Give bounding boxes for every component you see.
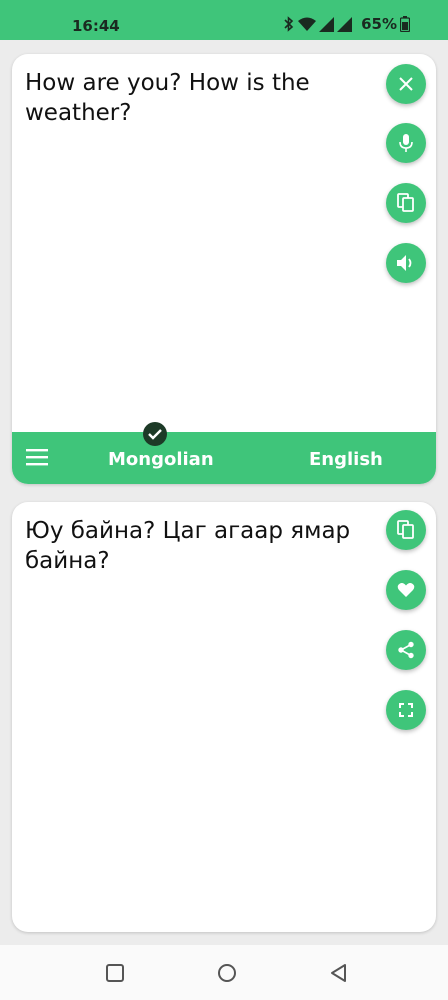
home-icon[interactable] xyxy=(217,963,237,988)
target-card: Юу байна? Цаг агаар ямар байна? xyxy=(12,502,436,932)
battery-icon xyxy=(400,16,410,32)
voice-input-button[interactable] xyxy=(386,123,426,163)
fullscreen-icon xyxy=(399,703,413,717)
signal-icon-2 xyxy=(337,16,353,32)
battery-percent: 65% xyxy=(361,15,397,33)
system-nav-bar xyxy=(0,945,448,1000)
source-text[interactable]: How are you? How is the weather? xyxy=(25,68,355,128)
copy-icon xyxy=(397,193,415,213)
recents-icon[interactable] xyxy=(105,963,125,988)
microphone-icon xyxy=(398,133,414,153)
source-card: How are you? How is the weather? Mongoli… xyxy=(12,54,436,484)
speak-button[interactable] xyxy=(386,243,426,283)
heart-icon xyxy=(397,582,415,598)
close-icon xyxy=(398,76,414,92)
check-icon xyxy=(143,422,167,446)
back-icon[interactable] xyxy=(329,963,349,988)
bluetooth-icon xyxy=(283,16,295,32)
source-language-selector[interactable]: Mongolian xyxy=(108,449,214,470)
speaker-icon xyxy=(396,254,416,272)
favorite-button[interactable] xyxy=(386,570,426,610)
wifi-icon xyxy=(298,17,317,31)
status-bar: 16:44 65% xyxy=(0,0,448,40)
clear-button[interactable] xyxy=(386,64,426,104)
target-language-selector[interactable]: English xyxy=(309,449,383,470)
copy-source-button[interactable] xyxy=(386,183,426,223)
translated-text: Юу байна? Цаг агаар ямар байна? xyxy=(25,518,351,574)
language-bar: Mongolian English xyxy=(12,422,436,484)
share-icon xyxy=(397,641,415,659)
share-button[interactable] xyxy=(386,630,426,670)
status-time: 16:44 xyxy=(72,17,120,35)
menu-icon[interactable] xyxy=(26,448,48,471)
copy-icon xyxy=(397,520,415,540)
status-icons: 65% xyxy=(283,15,410,33)
fullscreen-button[interactable] xyxy=(386,690,426,730)
signal-icon xyxy=(319,16,335,32)
copy-translation-button[interactable] xyxy=(386,510,426,550)
